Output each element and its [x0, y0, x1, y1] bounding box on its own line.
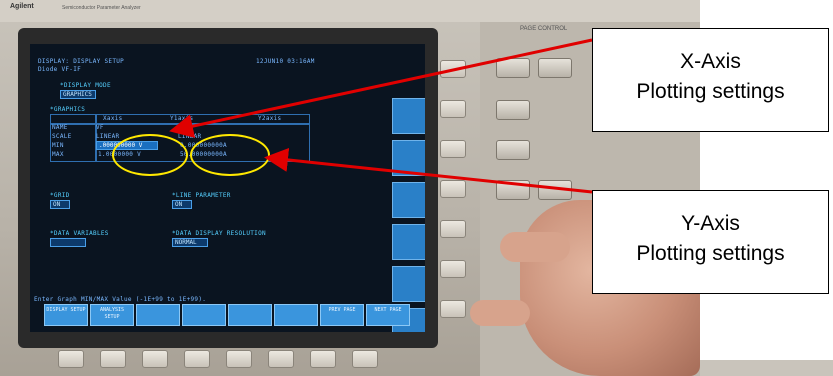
- y-axis-arrow: [264, 147, 593, 194]
- x-axis-callout-line1: X-Axis: [680, 50, 741, 73]
- x-axis-callout: X-Axis Plotting settings: [592, 28, 829, 132]
- y-axis-callout: Y-Axis Plotting settings: [592, 190, 829, 294]
- x-axis-arrow: [169, 38, 593, 138]
- y-axis-callout-line2: Plotting settings: [636, 242, 785, 265]
- y-axis-callout-line1: Y-Axis: [681, 212, 740, 235]
- x-axis-callout-line2: Plotting settings: [636, 80, 785, 103]
